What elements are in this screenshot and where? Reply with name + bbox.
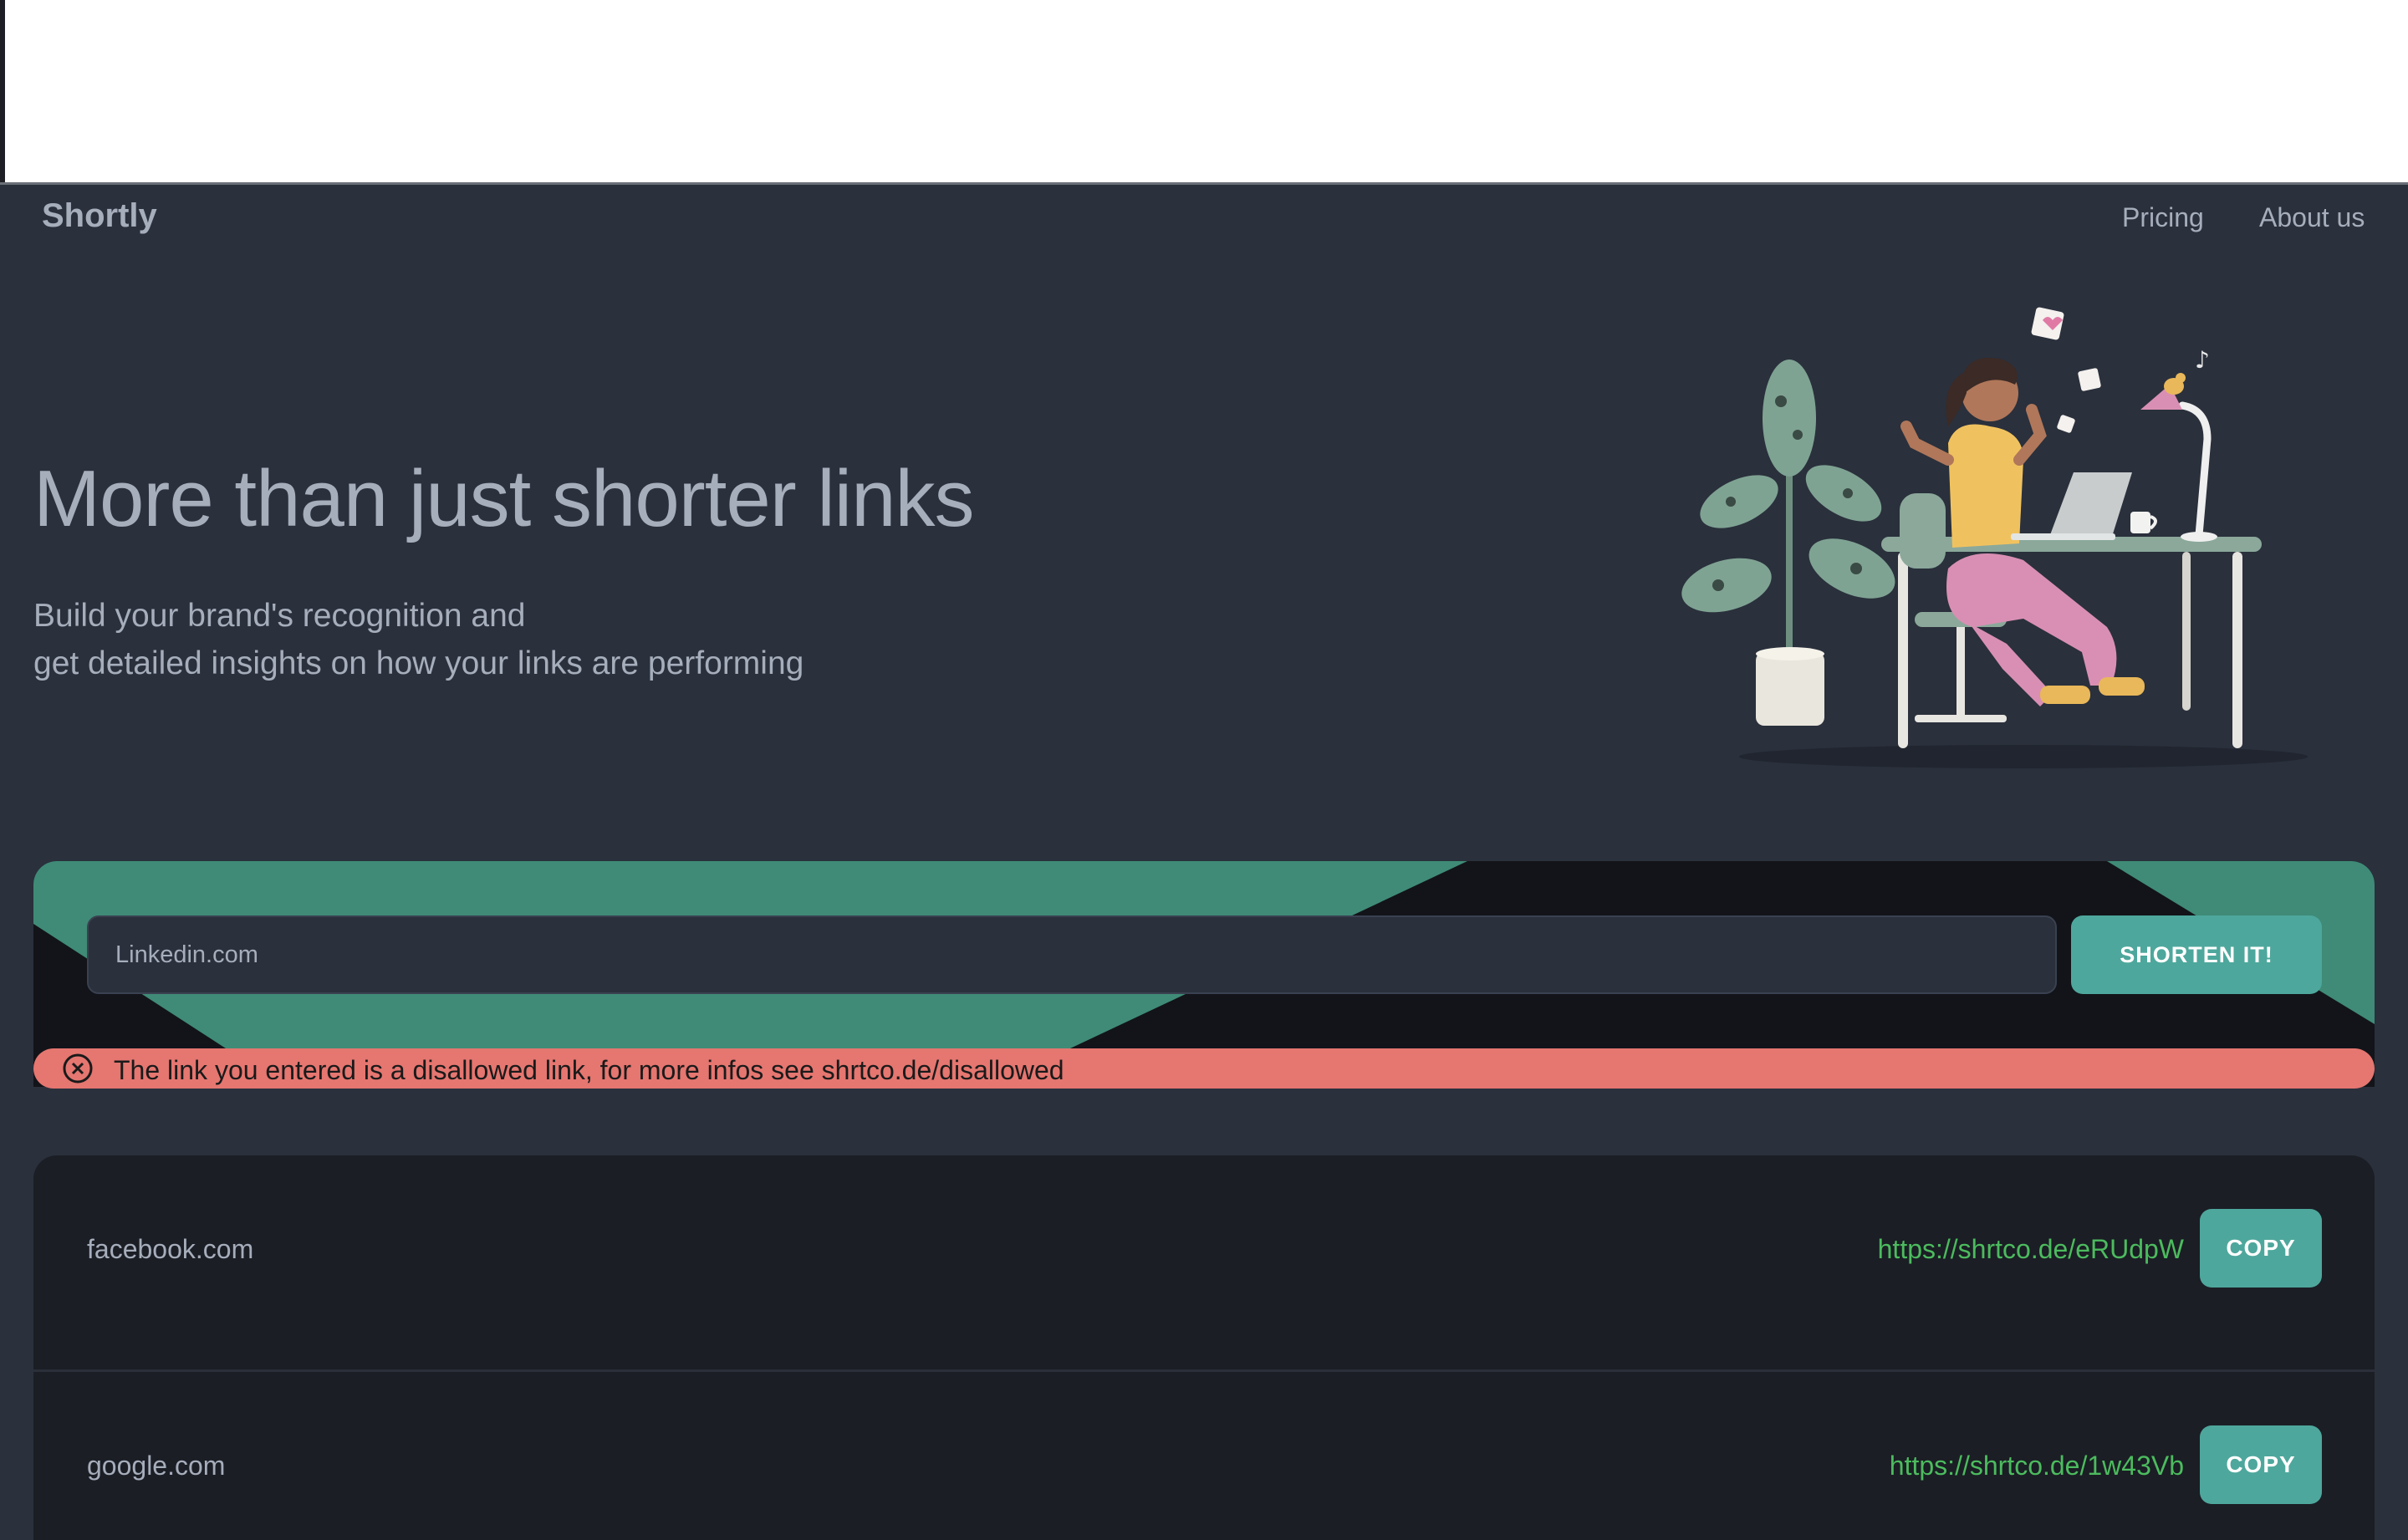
url-input[interactable] <box>87 915 2057 994</box>
shortened-links-list: facebook.com https://shrtco.de/eRUdpW CO… <box>33 1155 2375 1540</box>
brand-logo[interactable]: Shortly <box>42 197 157 235</box>
hero-subtitle: Build your brand's recognition and get d… <box>33 592 804 687</box>
shorten-button[interactable]: SHORTEN IT! <box>2071 915 2322 994</box>
error-message: The link you entered is a disallowed lin… <box>114 1055 1064 1085</box>
short-url-link[interactable]: https://shrtco.de/1w43Vb <box>1890 1451 2184 1481</box>
original-url: facebook.com <box>87 1234 254 1264</box>
short-url-link[interactable]: https://shrtco.de/eRUdpW <box>1878 1234 2184 1265</box>
hero-subtitle-line-1: Build your brand's recognition and <box>33 598 526 634</box>
navbar: Shortly Pricing About us <box>0 186 2408 254</box>
list-item: google.com https://shrtco.de/1w43Vb COPY <box>33 1369 2375 1540</box>
hero-title: More than just shorter links <box>33 454 974 543</box>
nav-link-about-us[interactable]: About us <box>2259 202 2365 233</box>
top-divider <box>0 182 2408 185</box>
window-edge <box>0 0 5 184</box>
error-alert: The link you entered is a disallowed lin… <box>33 1048 2375 1089</box>
original-url: google.com <box>87 1451 226 1481</box>
browser-top-blank-area <box>0 0 2408 185</box>
copy-button[interactable]: COPY <box>2200 1425 2322 1504</box>
copy-button[interactable]: COPY <box>2200 1209 2322 1288</box>
list-item: facebook.com https://shrtco.de/eRUdpW CO… <box>33 1155 2375 1369</box>
bird-icon <box>2164 373 2186 395</box>
woman-working-at-desk-illustration: ♪ <box>1681 307 2308 768</box>
nav-link-pricing[interactable]: Pricing <box>2122 202 2204 233</box>
floating-hearts-icon: ♪ <box>2031 307 2210 433</box>
laptop-icon <box>2011 472 2132 540</box>
hero-subtitle-line-2: get detailed insights on how your links … <box>33 645 804 681</box>
circle-x-icon <box>63 1053 93 1084</box>
svg-text:♪: ♪ <box>2195 346 2210 374</box>
mug-icon <box>2130 512 2157 533</box>
plant-icon <box>1681 360 1895 726</box>
